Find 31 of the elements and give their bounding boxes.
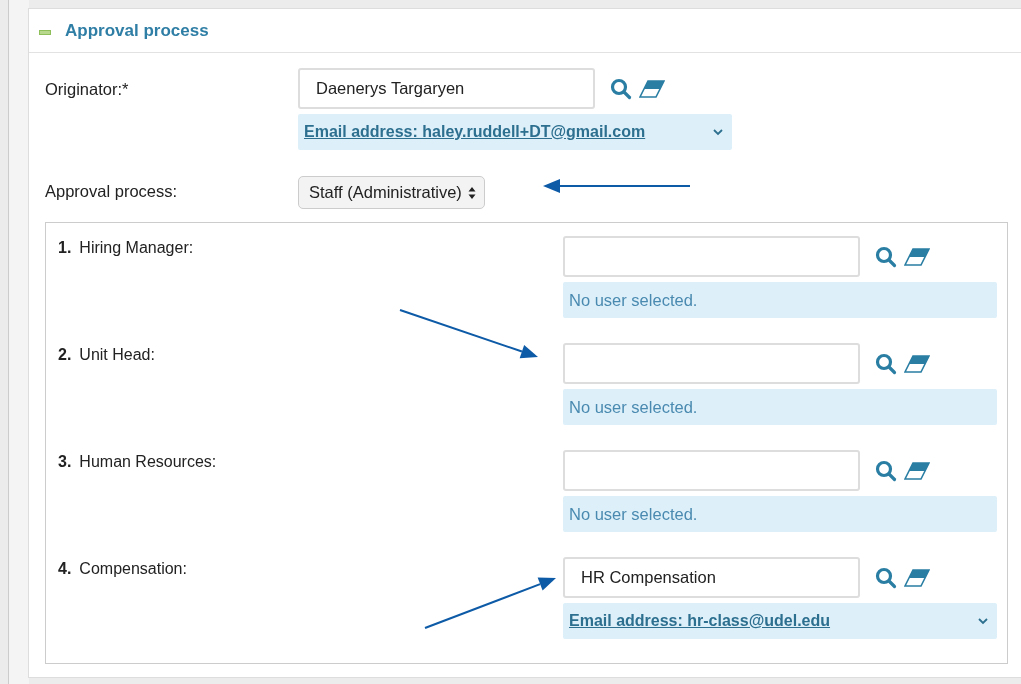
search-icon[interactable]: [874, 351, 898, 376]
chevron-down-icon[interactable]: [977, 617, 989, 625]
updown-icon: [467, 185, 476, 200]
field-label: Approval process:: [45, 181, 179, 202]
search-icon[interactable]: [874, 565, 898, 590]
chevron-down-icon[interactable]: [712, 128, 724, 136]
approver-field[interactable]: [563, 450, 860, 491]
no-user-text: No user selected.: [569, 290, 698, 310]
approver-field[interactable]: HR Compensation: [563, 557, 860, 598]
search-icon[interactable]: [874, 244, 898, 269]
eraser-icon[interactable]: [904, 461, 930, 480]
field-label: Originator:*: [45, 79, 130, 100]
step-label: 4. Compensation:: [58, 559, 187, 578]
step-label: 1. Hiring Manager:: [58, 238, 194, 257]
eraser-icon[interactable]: [904, 247, 930, 266]
step-label: 2. Unit Head:: [58, 345, 155, 364]
search-icon[interactable]: [609, 76, 633, 101]
eraser-icon[interactable]: [639, 79, 665, 98]
step-label: 3. Human Resources:: [58, 452, 217, 471]
section-title: Approval process: [65, 20, 209, 41]
email-link[interactable]: Email address: hr-class@udel.edu: [569, 612, 831, 630]
email-link[interactable]: Email address: haley.ruddell+DT@gmail.com: [304, 123, 646, 141]
eraser-icon[interactable]: [904, 568, 930, 587]
approver-field[interactable]: [563, 343, 860, 384]
approval-process-select[interactable]: Staff (Administrative): [298, 176, 485, 209]
search-icon[interactable]: [874, 458, 898, 483]
no-user-text: No user selected.: [569, 504, 698, 524]
originator-field[interactable]: Daenerys Targaryen: [298, 68, 595, 109]
approver-field[interactable]: [563, 236, 860, 277]
no-user-text: No user selected.: [569, 397, 698, 417]
eraser-icon[interactable]: [904, 354, 930, 373]
